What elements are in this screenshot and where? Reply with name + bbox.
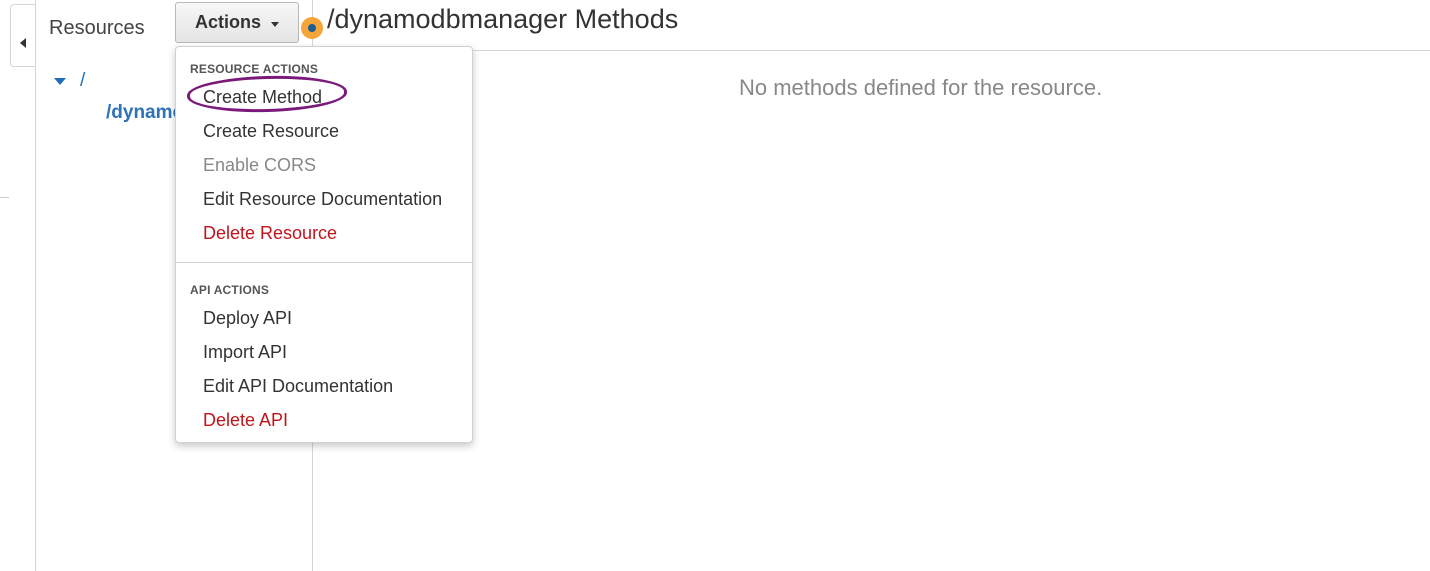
actions-button[interactable]: Actions bbox=[175, 2, 299, 43]
sidebar-border bbox=[35, 0, 36, 571]
actions-dropdown-menu: RESOURCE ACTIONS Create Method Create Re… bbox=[175, 46, 473, 443]
menu-item-enable-cors: Enable CORS bbox=[203, 155, 317, 175]
title-underline bbox=[313, 50, 1430, 51]
caret-down-icon bbox=[271, 21, 279, 27]
menu-item-edit-api-documentation[interactable]: Edit API Documentation bbox=[203, 376, 393, 397]
api-actions-header: API ACTIONS bbox=[190, 283, 270, 297]
caret-left-icon bbox=[20, 38, 26, 48]
menu-item-create-method[interactable]: Create Method bbox=[203, 87, 322, 108]
menu-item-delete-api[interactable]: Delete API bbox=[203, 410, 288, 431]
resources-label: Resources bbox=[49, 17, 145, 39]
tree-item-dynamodbmanager[interactable]: /dynamodbmanager bbox=[106, 102, 176, 124]
collapse-sidebar-tab[interactable] bbox=[10, 4, 36, 67]
menu-item-import-api[interactable]: Import API bbox=[203, 342, 287, 363]
tree-item-root[interactable]: / bbox=[80, 70, 85, 92]
divider bbox=[0, 197, 9, 198]
resource-actions-header: RESOURCE ACTIONS bbox=[190, 62, 319, 76]
menu-item-delete-resource[interactable]: Delete Resource bbox=[203, 223, 337, 244]
menu-item-deploy-api[interactable]: Deploy API bbox=[203, 308, 292, 329]
page-title: /dynamodbmanager Methods bbox=[327, 4, 679, 34]
menu-item-edit-resource-documentation[interactable]: Edit Resource Documentation bbox=[203, 189, 442, 210]
menu-item-create-resource[interactable]: Create Resource bbox=[203, 121, 339, 142]
tree-collapse-caret-icon[interactable] bbox=[54, 78, 66, 85]
menu-divider bbox=[176, 262, 472, 263]
status-dot-icon bbox=[301, 17, 323, 39]
actions-button-label: Actions bbox=[194, 12, 261, 32]
empty-methods-message: No methods defined for the resource. bbox=[739, 75, 1103, 100]
